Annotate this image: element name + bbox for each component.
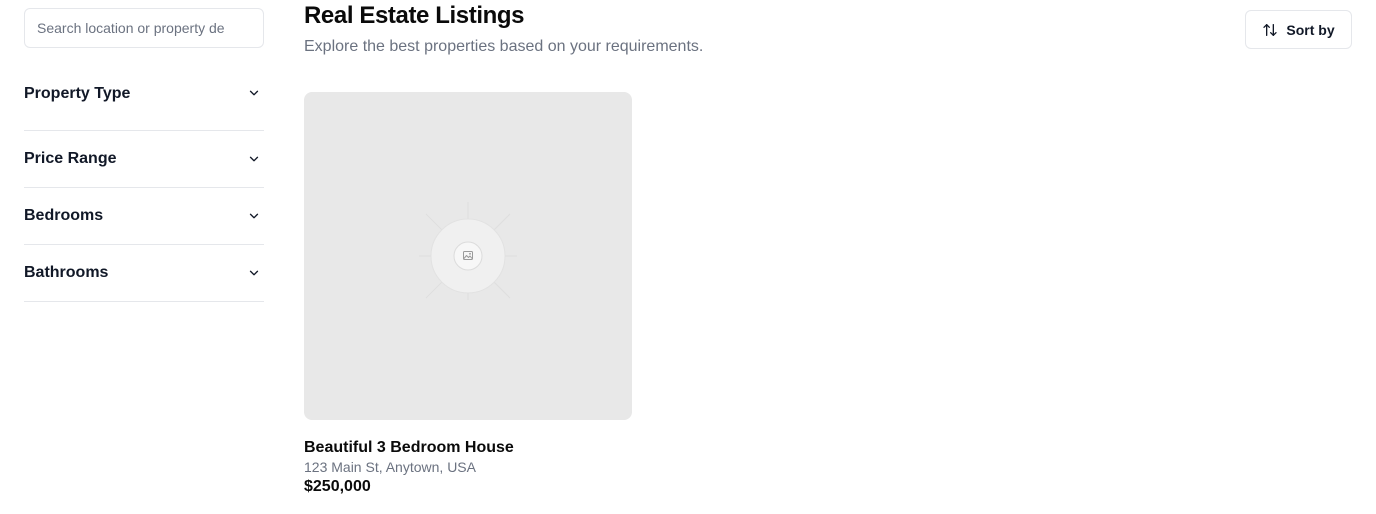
filter-bathrooms[interactable]: Bathrooms [24, 245, 264, 302]
image-placeholder-icon [419, 202, 517, 300]
filters-sidebar: Property Type Price Range Bedrooms Bathr… [24, 8, 264, 302]
chevron-down-icon [246, 85, 262, 101]
sort-button-label: Sort by [1286, 21, 1335, 38]
page: Property Type Price Range Bedrooms Bathr… [0, 0, 1376, 514]
filter-bedrooms[interactable]: Bedrooms [24, 188, 264, 245]
filter-label: Bathrooms [24, 264, 109, 281]
filter-label: Price Range [24, 150, 117, 167]
page-subtitle: Explore the best properties based on you… [304, 38, 704, 55]
chevron-down-icon [246, 265, 262, 281]
filter-list: Property Type Price Range Bedrooms Bathr… [24, 75, 264, 302]
filter-label: Bedrooms [24, 207, 104, 224]
page-title: Real Estate Listings [304, 2, 525, 29]
listing-card[interactable]: Beautiful 3 Bedroom House 123 Main St, A… [304, 92, 632, 496]
sort-button[interactable]: Sort by [1245, 10, 1352, 49]
filter-property-type[interactable]: Property Type [24, 75, 264, 131]
listing-price: $250,000 [304, 478, 371, 495]
filter-price-range[interactable]: Price Range [24, 131, 264, 188]
chevron-down-icon [246, 208, 262, 224]
listing-title[interactable]: Beautiful 3 Bedroom House [304, 439, 632, 457]
listing-address: 123 Main St, Anytown, USA [304, 459, 476, 475]
chevron-down-icon [246, 151, 262, 167]
search-input[interactable] [24, 8, 264, 48]
listing-image[interactable] [304, 92, 632, 420]
filter-label: Property Type [24, 85, 131, 102]
sort-arrows-icon [1262, 22, 1278, 38]
